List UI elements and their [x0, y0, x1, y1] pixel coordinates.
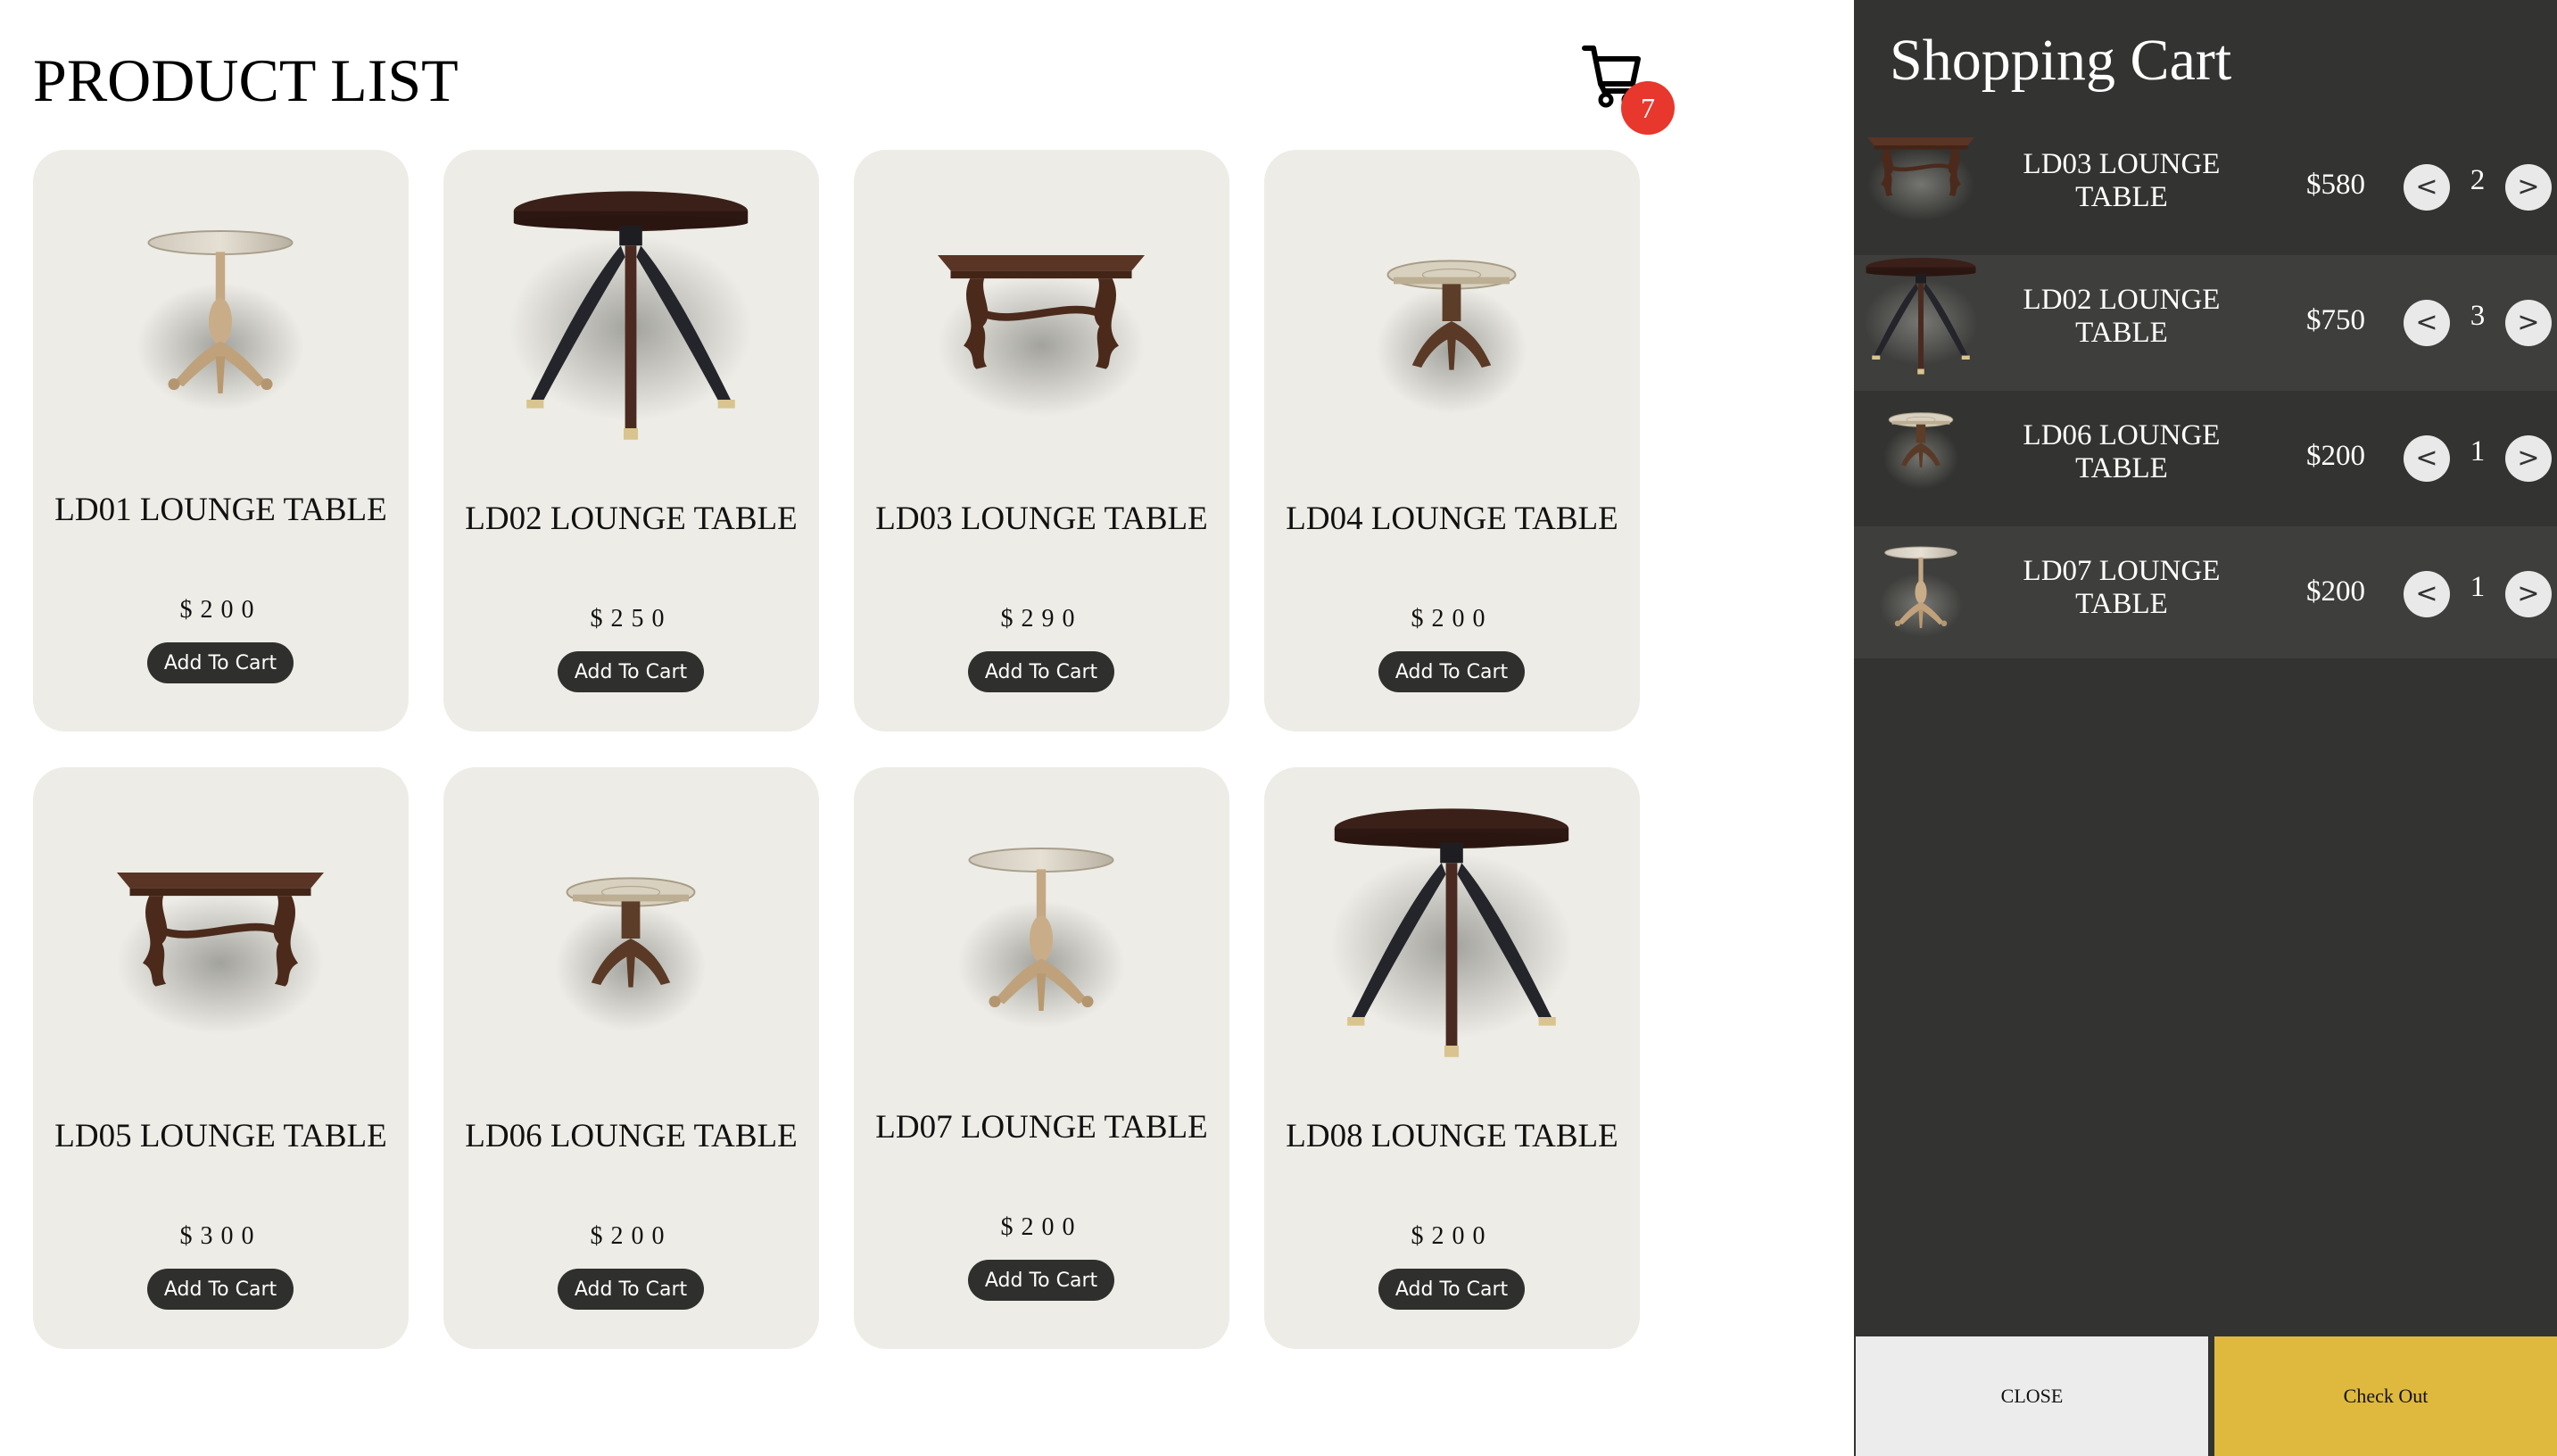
product-name: LD01 LOUNGE TABLE — [54, 492, 387, 528]
cart-item: LD03 LOUNGE TABLE $580 < 2 > — [1854, 120, 2557, 255]
product-card: LD07 LOUNGE TABLE $200 Add To Cart — [854, 767, 1229, 1349]
cart-item-quantity: 3 — [2470, 300, 2486, 332]
add-to-cart-button[interactable]: Add To Cart — [968, 651, 1114, 692]
product-name: LD02 LOUNGE TABLE — [465, 500, 798, 537]
product-image — [854, 150, 1229, 498]
product-name: LD07 LOUNGE TABLE — [875, 1109, 1208, 1146]
product-price: $200 — [590, 1222, 673, 1250]
cart-item-quantity: 1 — [2470, 435, 2486, 467]
cart-item-price: $200 — [2306, 440, 2365, 472]
decrease-quantity-button[interactable]: < — [2404, 300, 2450, 346]
increase-quantity-button[interactable]: > — [2505, 571, 2552, 617]
cart-item-image — [1854, 120, 1988, 255]
product-card: LD04 LOUNGE TABLE $200 Add To Cart — [1264, 150, 1640, 732]
shopping-cart-panel: Shopping Cart LD03 LOUNGE TABLE $580 < 2… — [1854, 0, 2557, 1456]
product-image — [554, 877, 708, 1033]
product-image — [509, 191, 752, 440]
cart-item-price: $750 — [2306, 304, 2365, 336]
decrease-quantity-button[interactable]: < — [2404, 571, 2450, 617]
cart-toggle-button[interactable]: 7 — [1581, 39, 1679, 137]
product-card: LD01 LOUNGE TABLE $200 Add To Cart — [33, 150, 409, 732]
cart-item-name: LD03 LOUNGE TABLE — [2023, 148, 2221, 213]
add-to-cart-button[interactable]: Add To Cart — [558, 1269, 704, 1310]
decrease-quantity-button[interactable]: < — [2404, 435, 2450, 482]
cart-item-name: LD06 LOUNGE TABLE — [2023, 419, 2221, 484]
add-to-cart-button[interactable]: Add To Cart — [147, 642, 294, 683]
cart-item-name: LD07 LOUNGE TABLE — [2023, 555, 2221, 620]
cart-item-quantity: 1 — [2470, 571, 2486, 603]
product-name: LD06 LOUNGE TABLE — [465, 1118, 798, 1154]
cart-item-quantity: 2 — [2470, 164, 2486, 196]
product-image — [956, 847, 1126, 1030]
product-card: LD05 LOUNGE TABLE $300 Add To Cart — [33, 767, 409, 1349]
increase-quantity-button[interactable]: > — [2505, 164, 2552, 211]
product-image — [33, 767, 409, 1115]
product-card: LD03 LOUNGE TABLE $290 Add To Cart — [854, 150, 1229, 732]
product-price: $250 — [590, 605, 673, 633]
product-price: $200 — [1411, 1222, 1494, 1250]
product-image — [136, 229, 305, 412]
product-card: LD06 LOUNGE TABLE $200 Add To Cart — [443, 767, 819, 1349]
cart-title: Shopping Cart — [1890, 28, 2232, 93]
product-card: LD08 LOUNGE TABLE $200 Add To Cart — [1264, 767, 1640, 1349]
product-price: $290 — [1000, 605, 1083, 633]
decrease-quantity-button[interactable]: < — [2404, 164, 2450, 211]
cart-count-badge: 7 — [1621, 81, 1675, 135]
product-card: LD02 LOUNGE TABLE $250 Add To Cart — [443, 150, 819, 732]
close-cart-button[interactable]: CLOSE — [1856, 1336, 2208, 1456]
product-price: $200 — [1411, 605, 1494, 633]
add-to-cart-button[interactable]: Add To Cart — [1378, 651, 1525, 692]
increase-quantity-button[interactable]: > — [2505, 300, 2552, 346]
product-image — [1330, 808, 1573, 1057]
product-name: LD04 LOUNGE TABLE — [1286, 500, 1618, 537]
product-name: LD05 LOUNGE TABLE — [54, 1118, 387, 1154]
page-title: PRODUCT LIST — [33, 46, 459, 114]
cart-item-price: $200 — [2306, 575, 2365, 608]
product-image — [1375, 260, 1528, 416]
add-to-cart-button[interactable]: Add To Cart — [147, 1269, 294, 1310]
add-to-cart-button[interactable]: Add To Cart — [1378, 1269, 1525, 1310]
cart-item-image — [1864, 258, 1978, 375]
cart-item: LD07 LOUNGE TABLE $200 < 1 > — [1854, 526, 2557, 658]
increase-quantity-button[interactable]: > — [2505, 435, 2552, 482]
add-to-cart-button[interactable]: Add To Cart — [558, 651, 704, 692]
cart-item: LD06 LOUNGE TABLE $200 < 1 > — [1854, 391, 2557, 526]
add-to-cart-button[interactable]: Add To Cart — [968, 1260, 1114, 1301]
cart-item-price: $580 — [2306, 169, 2365, 201]
cart-item-image — [1878, 546, 1964, 638]
cart-item-image — [1883, 412, 1959, 491]
product-price: $300 — [179, 1222, 262, 1250]
cart-item: LD02 LOUNGE TABLE $750 < 3 > — [1854, 255, 2557, 391]
checkout-button[interactable]: Check Out — [2214, 1336, 2557, 1456]
product-name: LD08 LOUNGE TABLE — [1286, 1118, 1618, 1154]
product-price: $200 — [1000, 1213, 1083, 1241]
cart-item-name: LD02 LOUNGE TABLE — [2023, 284, 2221, 349]
product-price: $200 — [179, 596, 262, 624]
product-name: LD03 LOUNGE TABLE — [875, 500, 1208, 537]
